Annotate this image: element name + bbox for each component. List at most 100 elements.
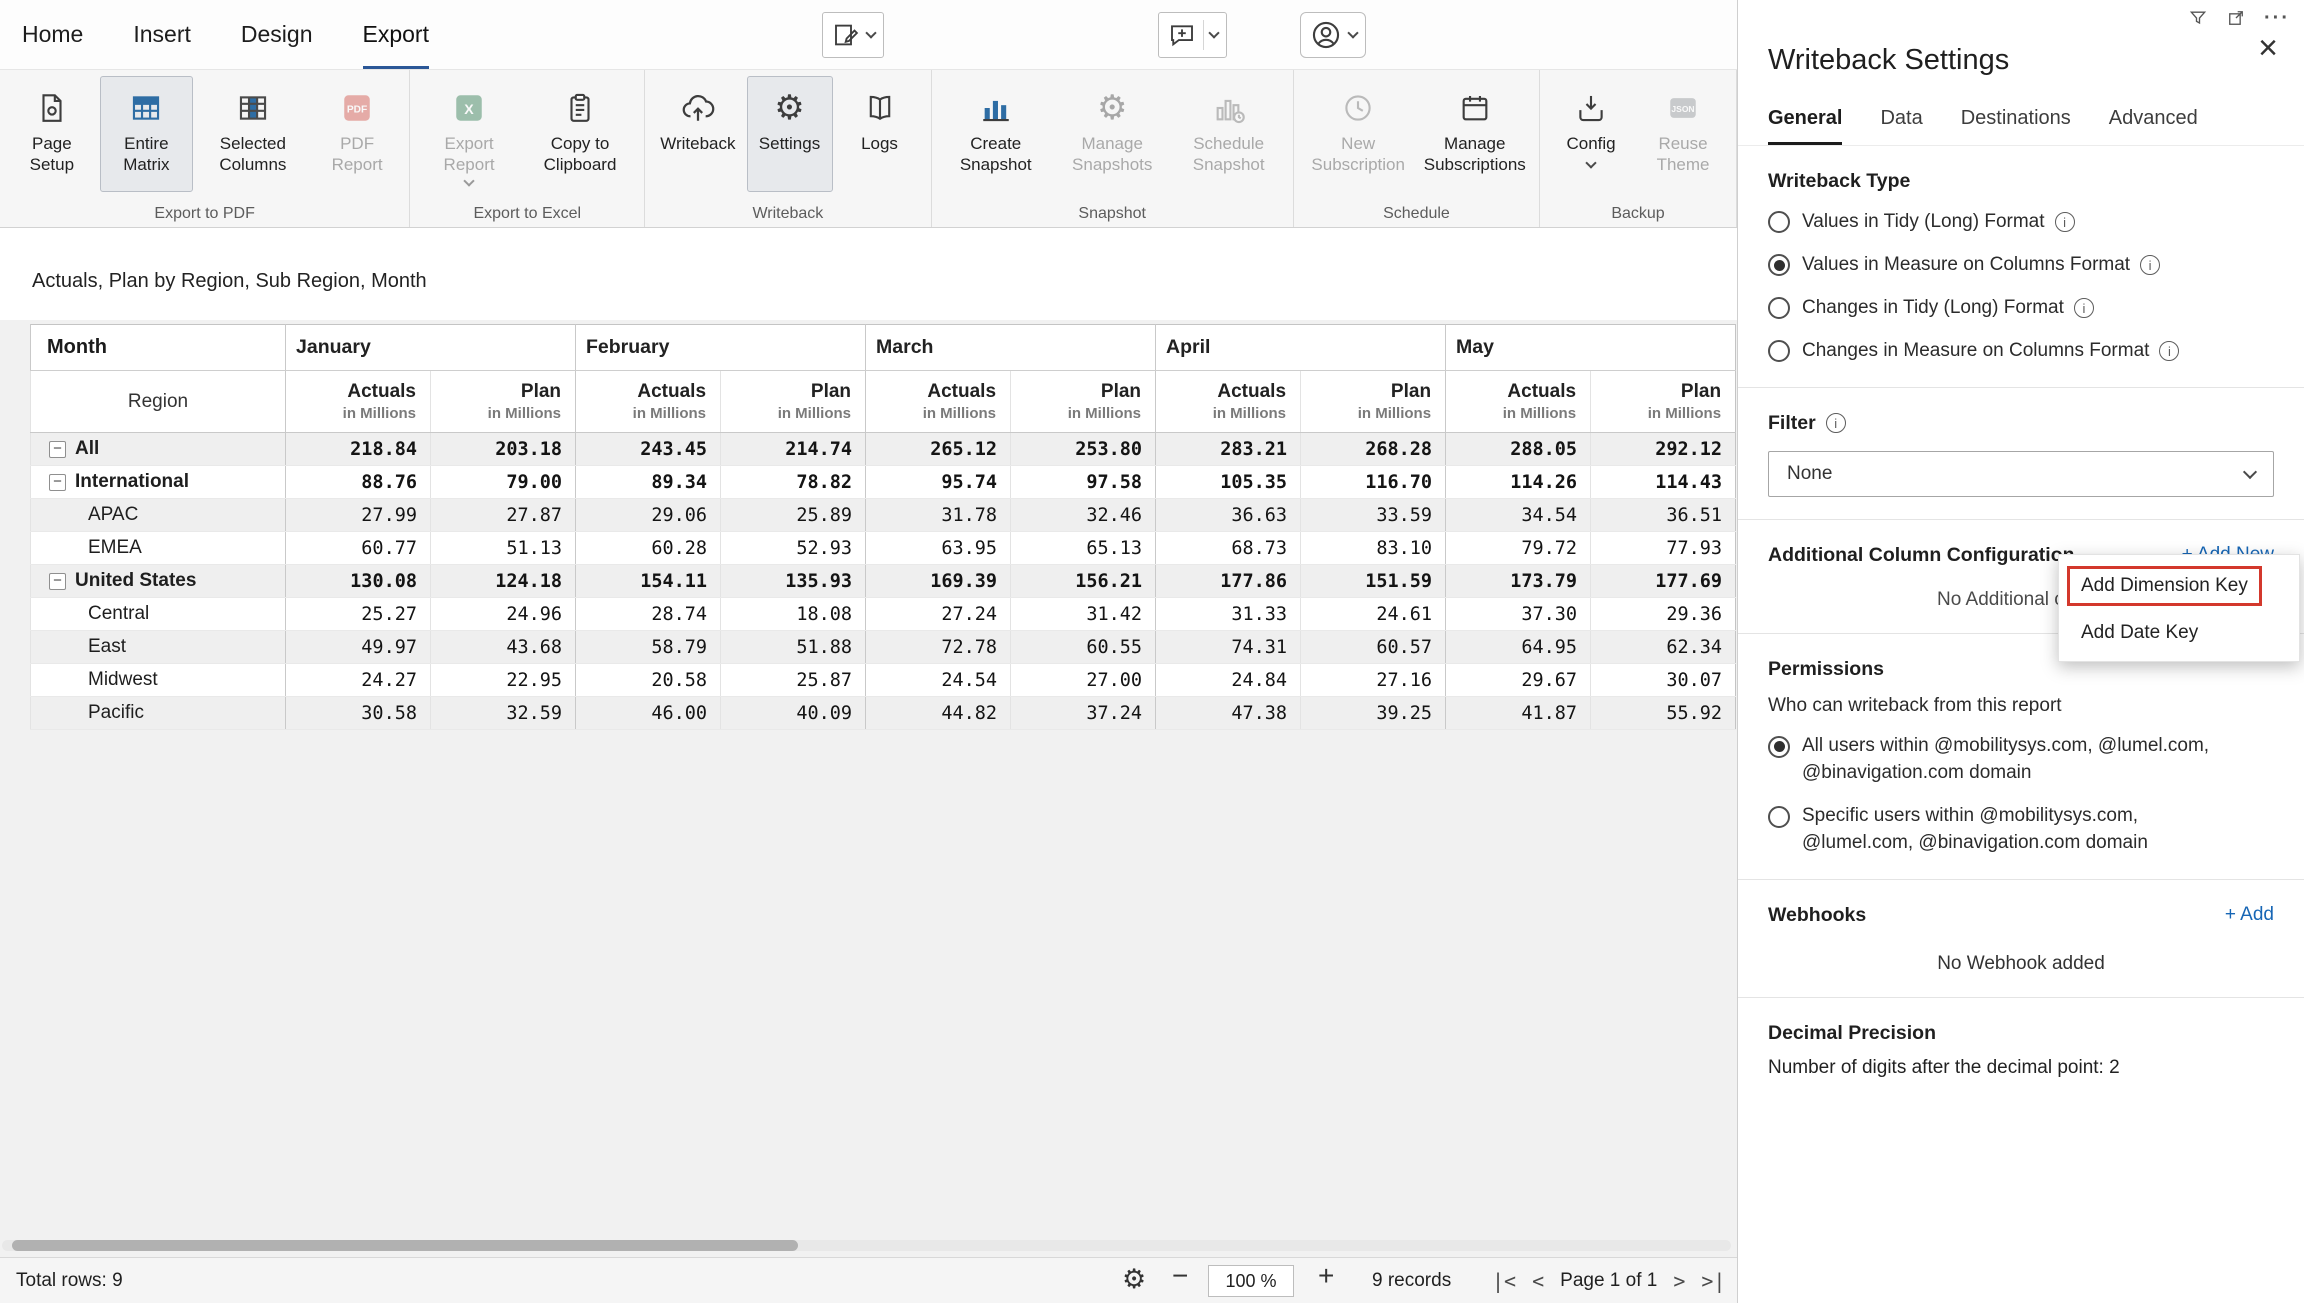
value-cell[interactable]: 63.95 xyxy=(866,532,1011,565)
value-cell[interactable]: 36.51 xyxy=(1591,499,1736,532)
value-cell[interactable]: 177.86 xyxy=(1156,565,1301,598)
ribbon-button-copy-to-clipboard[interactable]: Copy to Clipboard xyxy=(524,76,636,192)
radio-icon[interactable] xyxy=(1768,211,1790,233)
value-cell[interactable]: 64.95 xyxy=(1446,631,1591,664)
value-cell[interactable]: 30.07 xyxy=(1591,664,1736,697)
month-header[interactable]: April xyxy=(1156,325,1446,371)
row-header-cell[interactable]: APAC xyxy=(31,499,286,532)
table-row-pacific[interactable]: Pacific 30.58 32.59 46.00 40.09 44.82 37… xyxy=(31,697,1736,730)
collapse-icon[interactable]: − xyxy=(49,573,66,590)
value-cell[interactable]: 203.18 xyxy=(431,433,576,466)
value-cell[interactable]: 77.93 xyxy=(1591,532,1736,565)
value-cell[interactable]: 29.67 xyxy=(1446,664,1591,697)
month-header[interactable]: March xyxy=(866,325,1156,371)
measure-header-plan[interactable]: Planin Millions xyxy=(1301,371,1446,433)
value-cell[interactable]: 20.58 xyxy=(576,664,721,697)
measure-header-plan[interactable]: Planin Millions xyxy=(1591,371,1736,433)
value-cell[interactable]: 55.92 xyxy=(1591,697,1736,730)
value-cell[interactable]: 130.08 xyxy=(286,565,431,598)
ribbon-button-entire-matrix[interactable]: Entire Matrix xyxy=(100,76,193,192)
month-header[interactable]: May xyxy=(1446,325,1736,371)
ribbon-button-manage-subscriptions[interactable]: Manage Subscriptions xyxy=(1418,76,1531,192)
radio-icon[interactable] xyxy=(1768,297,1790,319)
info-icon[interactable]: i xyxy=(1826,413,1846,433)
radio-option-values-tidy[interactable]: Values in Tidy (Long) Format i xyxy=(1768,209,2274,236)
value-cell[interactable]: 27.24 xyxy=(866,598,1011,631)
value-cell[interactable]: 34.54 xyxy=(1446,499,1591,532)
radio-selected-icon[interactable] xyxy=(1768,254,1790,276)
value-cell[interactable]: 29.36 xyxy=(1591,598,1736,631)
radio-option-specific-users[interactable]: Specific users within @mobilitysys.com, … xyxy=(1768,803,2274,857)
add-comment-button[interactable] xyxy=(1158,12,1227,58)
row-header-cell[interactable]: −International xyxy=(31,466,286,499)
value-cell[interactable]: 24.27 xyxy=(286,664,431,697)
value-cell[interactable]: 62.34 xyxy=(1591,631,1736,664)
value-cell[interactable]: 105.35 xyxy=(1156,466,1301,499)
value-cell[interactable]: 24.84 xyxy=(1156,664,1301,697)
value-cell[interactable]: 177.69 xyxy=(1591,565,1736,598)
value-cell[interactable]: 49.97 xyxy=(286,631,431,664)
value-cell[interactable]: 124.18 xyxy=(431,565,576,598)
value-cell[interactable]: 151.59 xyxy=(1301,565,1446,598)
value-cell[interactable]: 25.89 xyxy=(721,499,866,532)
value-cell[interactable]: 41.87 xyxy=(1446,697,1591,730)
value-cell[interactable]: 27.16 xyxy=(1301,664,1446,697)
radio-icon[interactable] xyxy=(1768,340,1790,362)
zoom-in-button[interactable]: + xyxy=(1318,1260,1334,1292)
value-cell[interactable]: 288.05 xyxy=(1446,433,1591,466)
more-options-icon[interactable]: ··· xyxy=(2264,8,2290,28)
ribbon-button-settings[interactable]: ⚙ Settings xyxy=(747,76,833,192)
value-cell[interactable]: 33.59 xyxy=(1301,499,1446,532)
table-settings-gear-icon[interactable]: ⚙ xyxy=(1122,1264,1146,1295)
value-cell[interactable]: 169.39 xyxy=(866,565,1011,598)
row-header-cell[interactable]: Midwest xyxy=(31,664,286,697)
first-page-button[interactable]: |< xyxy=(1492,1269,1516,1293)
table-row-international[interactable]: −International 88.76 79.00 89.34 78.82 9… xyxy=(31,466,1736,499)
value-cell[interactable]: 31.33 xyxy=(1156,598,1301,631)
tab-insert[interactable]: Insert xyxy=(133,0,191,69)
measure-header-actuals[interactable]: Actualsin Millions xyxy=(286,371,431,433)
info-icon[interactable]: i xyxy=(2074,298,2094,318)
value-cell[interactable]: 24.54 xyxy=(866,664,1011,697)
previous-page-button[interactable]: < xyxy=(1532,1269,1544,1293)
value-cell[interactable]: 218.84 xyxy=(286,433,431,466)
table-row-apac[interactable]: APAC 27.99 27.87 29.06 25.89 31.78 32.46… xyxy=(31,499,1736,532)
value-cell[interactable]: 28.74 xyxy=(576,598,721,631)
value-cell[interactable]: 47.38 xyxy=(1156,697,1301,730)
value-cell[interactable]: 253.80 xyxy=(1011,433,1156,466)
value-cell[interactable]: 89.34 xyxy=(576,466,721,499)
value-cell[interactable]: 58.79 xyxy=(576,631,721,664)
measure-header-actuals[interactable]: Actualsin Millions xyxy=(576,371,721,433)
value-cell[interactable]: 88.76 xyxy=(286,466,431,499)
value-cell[interactable]: 31.78 xyxy=(866,499,1011,532)
value-cell[interactable]: 74.31 xyxy=(1156,631,1301,664)
value-cell[interactable]: 116.70 xyxy=(1301,466,1446,499)
value-cell[interactable]: 114.43 xyxy=(1591,466,1736,499)
value-cell[interactable]: 51.88 xyxy=(721,631,866,664)
horizontal-scrollbar-thumb[interactable] xyxy=(12,1240,798,1251)
value-cell[interactable]: 214.74 xyxy=(721,433,866,466)
value-cell[interactable]: 60.55 xyxy=(1011,631,1156,664)
value-cell[interactable]: 52.93 xyxy=(721,532,866,565)
tab-data[interactable]: Data xyxy=(1880,107,1922,145)
value-cell[interactable]: 83.10 xyxy=(1301,532,1446,565)
value-cell[interactable]: 79.00 xyxy=(431,466,576,499)
zoom-out-button[interactable]: − xyxy=(1172,1260,1188,1292)
close-icon[interactable]: × xyxy=(2258,32,2278,64)
value-cell[interactable]: 29.06 xyxy=(576,499,721,532)
value-cell[interactable]: 24.96 xyxy=(431,598,576,631)
add-webhook-link[interactable]: + Add xyxy=(2225,904,2274,926)
value-cell[interactable]: 68.73 xyxy=(1156,532,1301,565)
measure-header-actuals[interactable]: Actualsin Millions xyxy=(1446,371,1591,433)
value-cell[interactable]: 154.11 xyxy=(576,565,721,598)
value-cell[interactable]: 265.12 xyxy=(866,433,1011,466)
value-cell[interactable]: 22.95 xyxy=(431,664,576,697)
info-icon[interactable]: i xyxy=(2140,255,2160,275)
value-cell[interactable]: 27.87 xyxy=(431,499,576,532)
value-cell[interactable]: 32.59 xyxy=(431,697,576,730)
radio-selected-icon[interactable] xyxy=(1768,736,1790,758)
value-cell[interactable]: 114.26 xyxy=(1446,466,1591,499)
value-cell[interactable]: 37.30 xyxy=(1446,598,1591,631)
collapse-icon[interactable]: − xyxy=(49,474,66,491)
info-icon[interactable]: i xyxy=(2055,212,2075,232)
